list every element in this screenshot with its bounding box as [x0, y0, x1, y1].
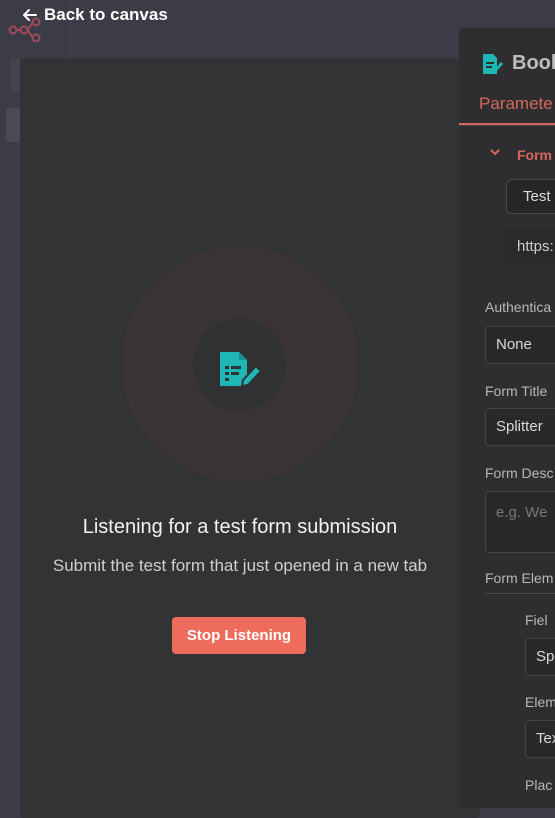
form-description-label: Form Desc [485, 465, 554, 481]
chevron-down-icon[interactable] [489, 146, 501, 158]
tab-active-indicator [459, 123, 555, 125]
field-name-label: Fiel [525, 612, 548, 628]
form-icon [483, 54, 503, 74]
tab-divider [459, 125, 555, 126]
form-elements-label: Form Elem [485, 570, 554, 586]
listening-panel: Listening for a test form submission Sub… [20, 58, 480, 818]
element-type-value: Tex [536, 730, 555, 747]
stop-listening-button[interactable]: Stop Listening [172, 617, 306, 654]
test-url-toggle[interactable]: Test [506, 179, 555, 214]
form-title-label: Form Title [485, 383, 548, 399]
form-title-input[interactable]: Splitter [485, 408, 555, 446]
back-to-canvas-link[interactable]: Back to canvas [22, 4, 168, 26]
canvas-node-stub [6, 108, 20, 142]
node-title: Book [512, 52, 555, 74]
back-to-canvas-label: Back to canvas [44, 5, 168, 24]
field-name-input[interactable]: Sp [525, 638, 555, 676]
test-url-toggle-label: Test [523, 188, 551, 205]
authentication-label: Authentica [485, 299, 552, 315]
authentication-select[interactable]: None [485, 326, 555, 364]
field-name-value: Sp [536, 648, 555, 665]
back-arrow-icon [23, 9, 37, 21]
form-description-textarea[interactable]: e.g. We [485, 491, 555, 553]
form-url-section-label[interactable]: Form [517, 147, 552, 163]
form-url-display[interactable]: https: [504, 229, 555, 265]
listening-title: Listening for a test form submission [82, 516, 398, 538]
tab-parameters[interactable]: Paramete [479, 94, 553, 114]
node-parameters-panel: Book Paramete Form Test https: Authentic… [459, 28, 555, 808]
placeholder-label: Plac [525, 777, 553, 793]
element-type-label: Elem [525, 694, 555, 710]
form-title-value: Splitter [496, 418, 543, 435]
form-icon [220, 352, 264, 388]
listening-subtitle: Submit the test form that just opened in… [52, 556, 428, 575]
authentication-value: None [496, 336, 532, 353]
form-url-value: https: [517, 238, 554, 255]
section-divider [485, 593, 555, 594]
element-type-select[interactable]: Tex [525, 720, 555, 758]
form-description-placeholder: e.g. We [496, 504, 548, 521]
